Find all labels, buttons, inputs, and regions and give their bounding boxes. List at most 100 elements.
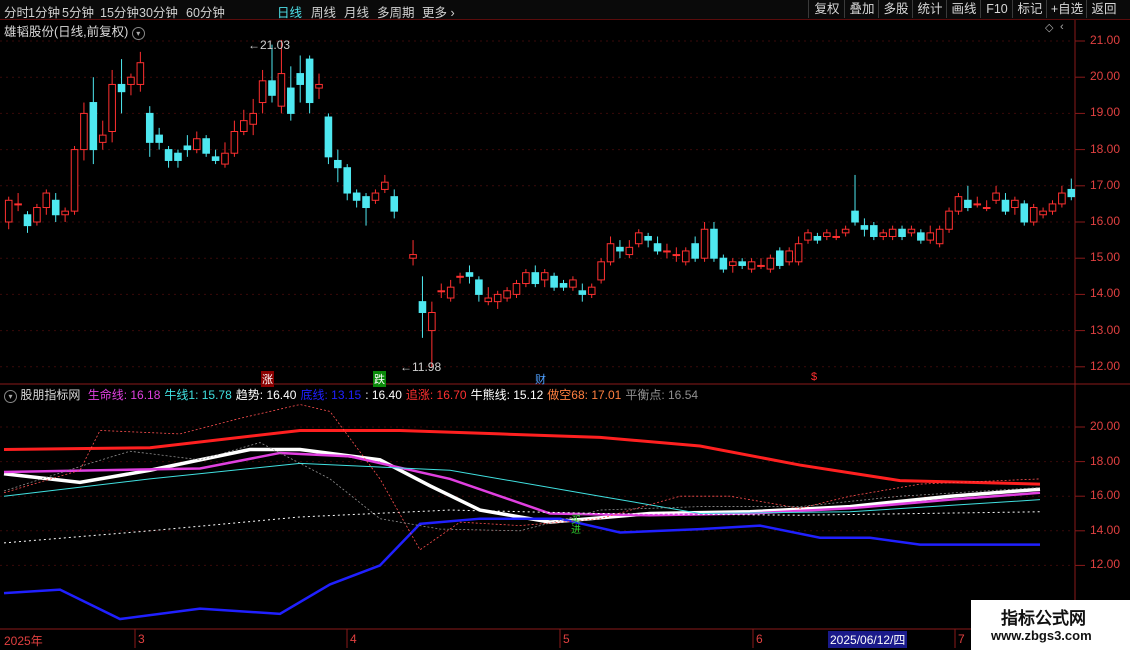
candle[interactable]	[973, 203, 982, 206]
candle[interactable]	[917, 232, 925, 241]
event-marker-up[interactable]: 涨	[261, 371, 274, 387]
candle[interactable]	[1029, 207, 1038, 223]
candle[interactable]	[644, 235, 652, 241]
candle[interactable]	[61, 210, 69, 216]
candle[interactable]	[719, 257, 728, 270]
candle[interactable]	[794, 243, 803, 263]
candle[interactable]	[691, 243, 699, 259]
candle[interactable]	[1058, 192, 1066, 205]
candle[interactable]	[164, 149, 173, 161]
candle[interactable]	[757, 264, 765, 267]
candle[interactable]	[851, 210, 859, 223]
candle[interactable]	[681, 250, 690, 263]
candle[interactable]	[428, 312, 436, 332]
candle[interactable]	[390, 196, 399, 212]
candle[interactable]	[766, 257, 775, 270]
candle[interactable]	[230, 131, 239, 154]
candle[interactable]	[23, 214, 32, 227]
candle[interactable]	[371, 192, 380, 201]
candle[interactable]	[98, 134, 107, 143]
candle[interactable]	[832, 235, 841, 238]
candle[interactable]	[512, 283, 521, 295]
candle[interactable]	[484, 297, 493, 303]
candle[interactable]	[747, 261, 756, 270]
candle[interactable]	[907, 228, 916, 234]
candle[interactable]	[823, 232, 831, 237]
candle[interactable]	[1067, 188, 1076, 198]
candle[interactable]	[870, 225, 878, 237]
candle[interactable]	[437, 290, 446, 293]
candle[interactable]	[192, 138, 201, 151]
candle[interactable]	[587, 286, 596, 295]
candle[interactable]	[578, 290, 587, 295]
candle[interactable]	[446, 286, 455, 299]
candle[interactable]	[860, 225, 869, 230]
candle[interactable]	[51, 199, 60, 216]
candle[interactable]	[89, 102, 98, 151]
candle[interactable]	[305, 58, 314, 104]
candle[interactable]	[540, 272, 549, 281]
candle[interactable]	[145, 112, 154, 143]
candle[interactable]	[221, 152, 229, 165]
candle[interactable]	[352, 192, 361, 201]
candle[interactable]	[155, 134, 163, 143]
event-marker-down[interactable]: 跌	[373, 371, 386, 387]
candle[interactable]	[964, 199, 972, 209]
candle[interactable]	[926, 232, 935, 241]
candle[interactable]	[33, 207, 41, 223]
candle[interactable]	[813, 235, 822, 241]
candle[interactable]	[672, 254, 681, 257]
candle[interactable]	[475, 279, 483, 295]
candle[interactable]	[174, 152, 182, 161]
candle[interactable]	[785, 250, 793, 263]
candle[interactable]	[625, 246, 634, 256]
candle[interactable]	[287, 87, 295, 114]
candle[interactable]	[456, 275, 464, 278]
candle[interactable]	[982, 207, 991, 210]
candle[interactable]	[108, 83, 116, 133]
candle[interactable]	[569, 279, 577, 288]
candle[interactable]	[202, 138, 210, 154]
candle[interactable]	[879, 232, 888, 237]
candle[interactable]	[522, 272, 530, 285]
candle[interactable]	[653, 243, 662, 252]
candle[interactable]	[117, 83, 126, 93]
candle[interactable]	[343, 167, 352, 194]
candle[interactable]	[1048, 203, 1057, 212]
candle[interactable]	[493, 293, 502, 303]
candle[interactable]	[418, 301, 427, 314]
candle[interactable]	[315, 83, 323, 89]
candle[interactable]	[14, 203, 22, 206]
candle[interactable]	[136, 62, 145, 85]
candle[interactable]	[550, 275, 558, 288]
candle[interactable]	[531, 272, 540, 285]
candle[interactable]	[700, 228, 709, 259]
candle[interactable]	[362, 196, 370, 209]
candle[interactable]	[324, 116, 333, 158]
event-marker-dividend[interactable]: $	[811, 371, 817, 383]
candle[interactable]	[597, 261, 605, 281]
candle[interactable]	[841, 228, 850, 234]
candle[interactable]	[898, 228, 906, 237]
candle[interactable]	[409, 254, 417, 259]
candle[interactable]	[249, 112, 257, 125]
candle[interactable]	[211, 156, 220, 161]
candle[interactable]	[616, 246, 624, 252]
candle[interactable]	[728, 261, 737, 266]
candle[interactable]	[334, 159, 342, 169]
candle[interactable]	[1011, 199, 1019, 209]
event-marker-finance[interactable]: 财	[535, 371, 546, 387]
candle[interactable]	[258, 80, 267, 104]
candle[interactable]	[954, 196, 963, 212]
candle[interactable]	[992, 192, 1000, 201]
candle[interactable]	[381, 181, 389, 190]
candle[interactable]	[127, 76, 135, 85]
candle[interactable]	[663, 250, 671, 253]
candle[interactable]	[606, 243, 615, 263]
candle[interactable]	[888, 228, 897, 237]
candle[interactable]	[277, 73, 286, 107]
candle[interactable]	[1020, 203, 1029, 223]
candle[interactable]	[710, 228, 718, 259]
candle[interactable]	[4, 199, 13, 223]
candle[interactable]	[1001, 199, 1010, 212]
